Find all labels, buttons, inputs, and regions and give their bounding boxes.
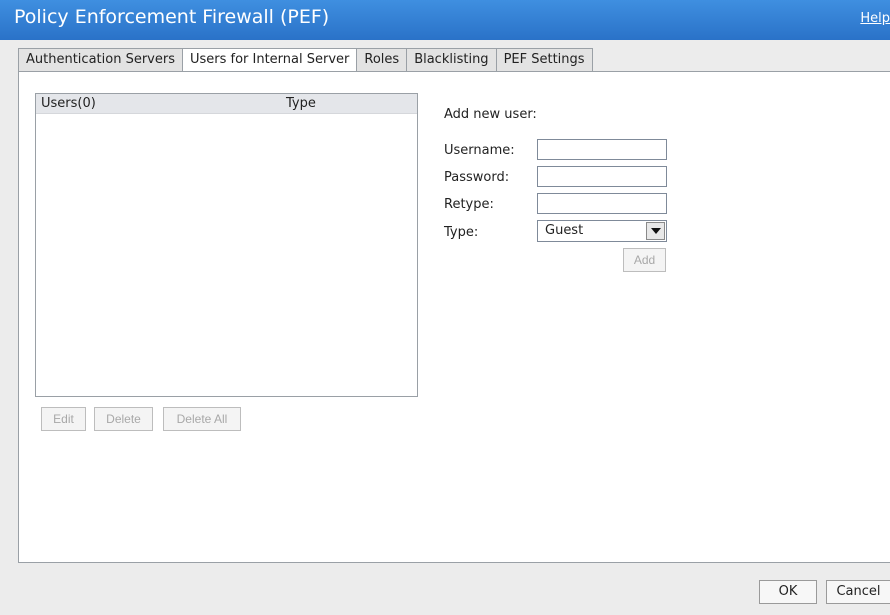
delete-button[interactable]: Delete: [94, 407, 153, 431]
ok-button[interactable]: OK: [759, 580, 817, 604]
window-title: Policy Enforcement Firewall (PEF): [14, 6, 330, 28]
tab-authentication-servers[interactable]: Authentication Servers: [18, 48, 183, 72]
edit-button[interactable]: Edit: [41, 407, 86, 431]
username-field[interactable]: [537, 139, 667, 160]
cancel-button[interactable]: Cancel: [826, 580, 890, 604]
type-label: Type:: [444, 225, 479, 240]
tab-pef-settings[interactable]: PEF Settings: [496, 48, 593, 72]
type-select[interactable]: Guest: [537, 220, 667, 242]
tab-users-for-internal-server[interactable]: Users for Internal Server: [182, 48, 358, 72]
password-field[interactable]: [537, 166, 667, 187]
type-select-value: Guest: [545, 223, 584, 238]
add-new-user-heading: Add new user:: [444, 107, 537, 122]
help-link[interactable]: Help: [860, 11, 890, 26]
username-label: Username:: [444, 143, 515, 158]
delete-all-button[interactable]: Delete All: [163, 407, 241, 431]
column-header-type[interactable]: Type: [286, 94, 316, 113]
dropdown-arrow-icon[interactable]: [646, 222, 665, 240]
add-button[interactable]: Add: [623, 248, 666, 272]
password-label: Password:: [444, 170, 510, 185]
users-list[interactable]: Users(0) Type: [35, 93, 418, 397]
tab-blacklisting[interactable]: Blacklisting: [407, 48, 497, 72]
tab-bar: Authentication Servers Users for Interna…: [18, 48, 593, 72]
users-list-header: Users(0) Type: [36, 94, 417, 114]
retype-password-field[interactable]: [537, 193, 667, 214]
title-bar: Policy Enforcement Firewall (PEF) Help: [0, 0, 890, 40]
retype-label: Retype:: [444, 197, 494, 212]
column-header-users[interactable]: Users(0): [41, 94, 96, 113]
tab-roles[interactable]: Roles: [357, 48, 408, 72]
